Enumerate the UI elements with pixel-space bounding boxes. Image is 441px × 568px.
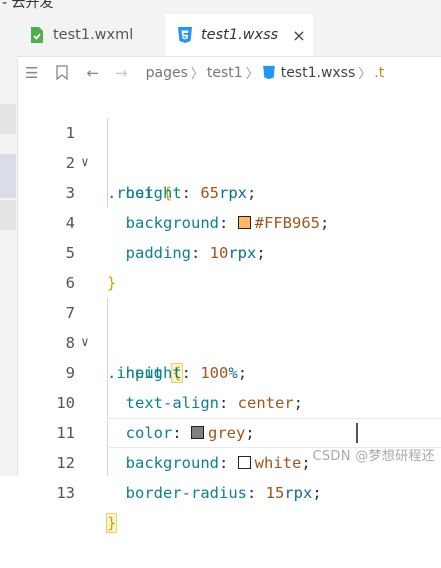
back-arrow-icon[interactable]: ← — [86, 64, 99, 82]
code-line[interactable]: 4 padding: 10rpx; — [17, 178, 441, 262]
css-file-icon — [262, 65, 275, 80]
code-line[interactable]: 11 background: white; — [17, 388, 441, 472]
css-number: 15 — [265, 484, 285, 502]
breadcrumb-item[interactable]: test1.wxss — [281, 65, 356, 81]
close-icon[interactable]: × — [292, 26, 305, 45]
tab-label: test1.wxss — [201, 27, 279, 43]
editor-tab-bar: test1.wxml test1.wxss × — [17, 14, 441, 57]
tab-test1-wxss[interactable]: test1.wxss × — [165, 14, 313, 56]
code-editor[interactable]: 1 ∨ .root { 2 height: 65rpx; 3 backgroun… — [17, 88, 441, 533]
wxml-file-icon — [31, 27, 43, 43]
sidebar-item[interactable] — [0, 200, 16, 230]
chevron-right-icon: 〉 — [245, 67, 259, 82]
sidebar-panel — [0, 14, 18, 476]
css-property: border-radius — [125, 484, 247, 502]
sidebar-item-active[interactable] — [0, 154, 16, 198]
code-line[interactable]: 6 — [17, 238, 441, 292]
breadcrumb-item[interactable]: pages — [146, 65, 188, 81]
chevron-right-icon: 〉 — [190, 67, 204, 82]
css-unit: rpx — [284, 484, 313, 502]
code-line[interactable]: 7 ∨ .input { — [17, 268, 441, 383]
code-line[interactable]: 1 ∨ .root { — [17, 88, 441, 202]
code-line[interactable]: 3 background: #FFB965; — [17, 148, 441, 232]
code-line[interactable]: 2 height: 65rpx; — [17, 118, 441, 202]
chevron-right-icon: 〉 — [358, 67, 372, 82]
breadcrumb-item[interactable]: test1 — [207, 65, 243, 81]
list-icon[interactable]: ☰ — [25, 64, 38, 82]
text-cursor — [356, 423, 358, 443]
window-title-fragment: - 云开发 — [2, 0, 54, 11]
title-strip: - 云开发 — [0, 0, 441, 14]
code-line[interactable]: 12 border-radius: 15rpx; — [17, 418, 441, 502]
watermark: CSDN @梦想研程还 — [312, 449, 435, 464]
line-number: 13 — [56, 484, 75, 502]
code-line[interactable]: 8 height: 100%; — [17, 298, 441, 382]
css-file-icon — [178, 27, 192, 43]
code-line[interactable]: 10 color: grey; — [17, 358, 441, 442]
tab-label: test1.wxml — [53, 27, 134, 43]
code-line[interactable]: 5 } — [17, 208, 441, 292]
forward-arrow-icon[interactable]: → — [115, 64, 128, 82]
breadcrumb: ☰ ← → pages 〉 test1 〉 test1.wxss 〉 .t — [17, 57, 441, 88]
close-brace: } — [105, 513, 118, 533]
sidebar-item[interactable] — [0, 104, 16, 134]
bookmark-icon[interactable] — [56, 65, 69, 80]
code-line[interactable]: 9 text-align: center; — [17, 328, 441, 412]
breadcrumb-item[interactable]: .t — [374, 65, 384, 81]
tab-test1-wxml[interactable]: test1.wxml — [17, 14, 163, 56]
